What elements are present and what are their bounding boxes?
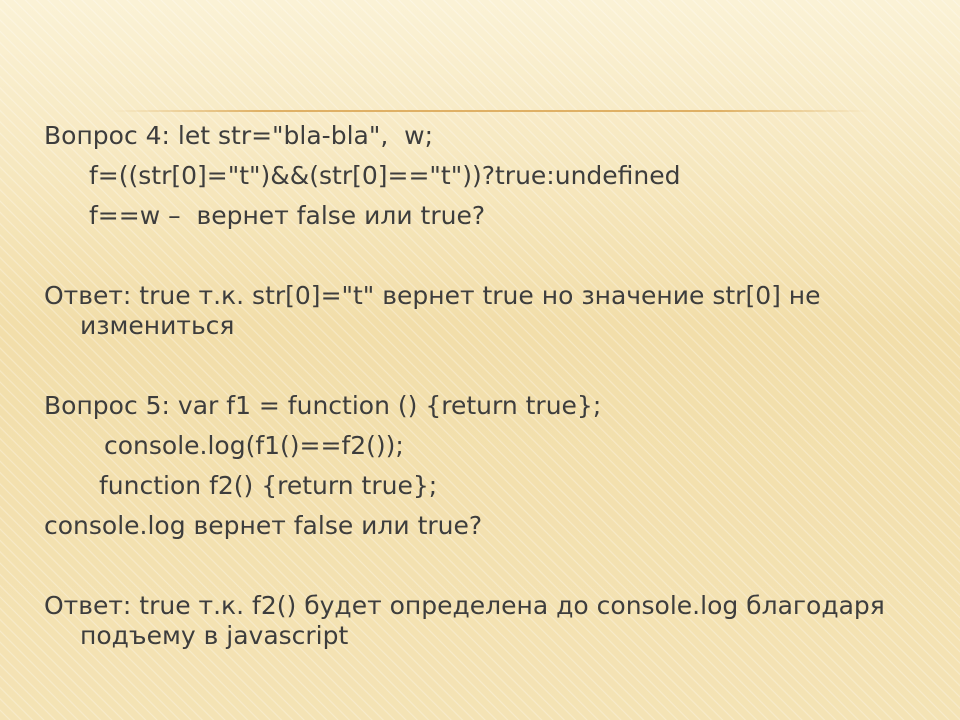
question-4-line: Вопрос 4: let str="bla-bla", w; <box>44 121 434 150</box>
question-4-code-line-1: f=((str[0]="t")&&(str[0]=="t"))?true:und… <box>89 161 681 190</box>
question-5-code-line-2: function f2() {return true}; <box>99 471 438 500</box>
question-5-code-line-1: console.log(f1()==f2()); <box>104 431 404 460</box>
question-5-line: Вопрос 5: var f1 = function () {return t… <box>44 391 602 420</box>
answer-5-text: Ответ: true т.к. f2() будет определена д… <box>44 591 885 650</box>
slide: Вопрос 4: let str="bla-bla", w; f=((str[… <box>0 0 960 720</box>
question-5-prompt: console.log вернет false или true? <box>44 511 483 540</box>
question-4-code-line-2: f==w – вернет false или true? <box>89 201 486 230</box>
slide-body: Вопрос 4: let str="bla-bla", w; f=((str[… <box>44 116 944 656</box>
answer-4-text: Ответ: true т.к. str[0]="t" вернет true … <box>44 281 821 340</box>
title-divider <box>110 110 870 112</box>
